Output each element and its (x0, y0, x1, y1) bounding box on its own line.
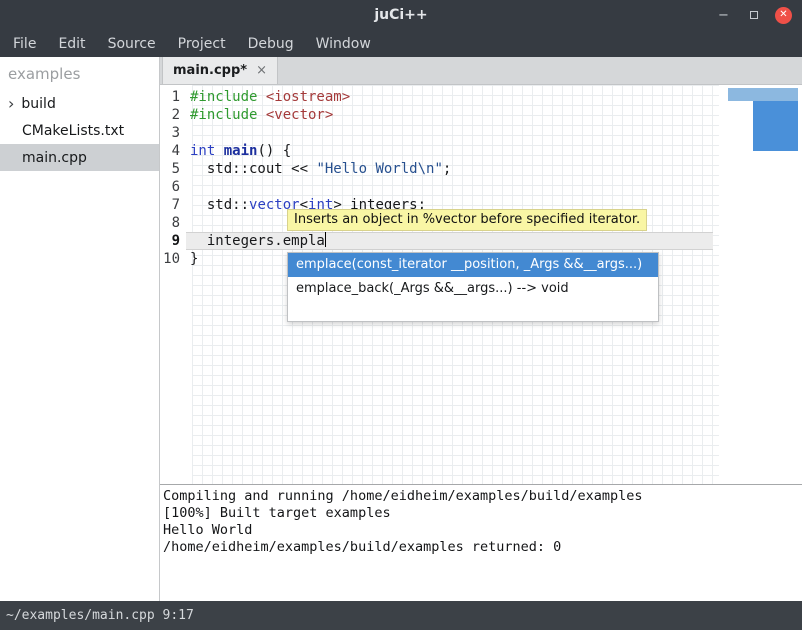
editor-pane: main.cpp* × 1#include <iostream>2#includ… (160, 57, 802, 601)
code-line-text: integers.empla (186, 232, 713, 250)
completion-list: emplace(const_iterator __position, _Args… (288, 253, 658, 301)
menu-item-file[interactable]: File (2, 30, 47, 57)
scrollbar-thumb[interactable] (753, 101, 798, 151)
line-number: 4 (160, 142, 186, 160)
tree-item-label: build (21, 96, 55, 112)
file-tree: › build CMakeLists.txt main.cpp (0, 90, 159, 171)
line-number: 5 (160, 160, 186, 178)
terminal-line: /home/eidheim/examples/build/examples re… (163, 539, 802, 556)
code-line-text (186, 178, 713, 196)
line-number: 8 (160, 214, 186, 232)
tab-main-cpp[interactable]: main.cpp* × (162, 57, 278, 84)
line-number: 10 (160, 250, 186, 268)
tree-item-label: CMakeLists.txt (22, 123, 124, 139)
tree-item-main.cpp[interactable]: main.cpp (0, 144, 159, 171)
code-lines: 1#include <iostream>2#include <vector>34… (160, 88, 802, 268)
sidebar: examples › build CMakeLists.txt main.cpp (0, 57, 160, 601)
tab-close-icon[interactable]: × (256, 63, 267, 78)
code-line-4[interactable]: 4int main() { (160, 142, 802, 160)
terminal-line: Compiling and running /home/eidheim/exam… (163, 488, 802, 505)
menu-item-source[interactable]: Source (97, 30, 167, 57)
code-line-text: #include <vector> (186, 106, 713, 124)
window-title: juCi++ (92, 7, 710, 23)
line-number: 7 (160, 196, 186, 214)
title-bar[interactable]: juCi++ − ✕ (0, 0, 802, 30)
code-line-5[interactable]: 5 std::cout << "Hello World\n"; (160, 160, 802, 178)
code-line-text (186, 124, 713, 142)
minimize-button[interactable]: − (715, 7, 732, 24)
terminal-output: Compiling and running /home/eidheim/exam… (160, 485, 802, 601)
tab-label: main.cpp* (173, 63, 247, 78)
code-line-1[interactable]: 1#include <iostream> (160, 88, 802, 106)
line-number: 1 (160, 88, 186, 106)
completion-popup: emplace(const_iterator __position, _Args… (287, 252, 659, 322)
line-number: 9 (160, 232, 186, 250)
code-line-6[interactable]: 6 (160, 178, 802, 196)
scrollbar-top[interactable] (728, 88, 798, 101)
project-name: examples (0, 57, 159, 90)
maximize-icon (750, 11, 758, 19)
doc-tooltip: Inserts an object in %vector before spec… (287, 209, 647, 231)
line-number: 3 (160, 124, 186, 142)
tree-item-build[interactable]: › build (0, 90, 159, 117)
menu-bar: FileEditSourceProjectDebugWindow (0, 30, 802, 57)
code-line-text: std::cout << "Hello World\n"; (186, 160, 713, 178)
code-line-2[interactable]: 2#include <vector> (160, 106, 802, 124)
status-file-position: ~/examples/main.cpp 9:17 (6, 608, 194, 623)
tree-item-label: main.cpp (22, 150, 87, 166)
window-controls: − ✕ (710, 7, 802, 24)
expander-icon[interactable]: › (8, 96, 14, 112)
completion-item[interactable]: emplace_back(_Args &&__args...) --> void (288, 277, 658, 301)
main-content: examples › build CMakeLists.txt main.cpp ma… (0, 57, 802, 601)
line-number: 6 (160, 178, 186, 196)
app-window: juCi++ − ✕ FileEditSourceProjectDebugWin… (0, 0, 802, 630)
menu-item-window[interactable]: Window (305, 30, 382, 57)
tab-bar: main.cpp* × (160, 57, 802, 85)
terminal-line: [100%] Built target examples (163, 505, 802, 522)
close-button[interactable]: ✕ (775, 7, 792, 24)
menu-item-edit[interactable]: Edit (47, 30, 96, 57)
code-line-text: #include <iostream> (186, 88, 713, 106)
completion-item[interactable]: emplace(const_iterator __position, _Args… (288, 253, 658, 277)
status-bar: ~/examples/main.cpp 9:17 (0, 601, 802, 630)
text-cursor (325, 232, 326, 247)
code-line-text: int main() { (186, 142, 713, 160)
terminal-line: Hello World (163, 522, 802, 539)
code-editor[interactable]: 1#include <iostream>2#include <vector>34… (160, 85, 802, 484)
menu-item-debug[interactable]: Debug (237, 30, 305, 57)
code-line-9[interactable]: 9 integers.empla (160, 232, 802, 250)
code-line-3[interactable]: 3 (160, 124, 802, 142)
tree-item-cmakelists.txt[interactable]: CMakeLists.txt (0, 117, 159, 144)
menu-item-project[interactable]: Project (167, 30, 237, 57)
maximize-button[interactable] (745, 7, 762, 24)
line-number: 2 (160, 106, 186, 124)
